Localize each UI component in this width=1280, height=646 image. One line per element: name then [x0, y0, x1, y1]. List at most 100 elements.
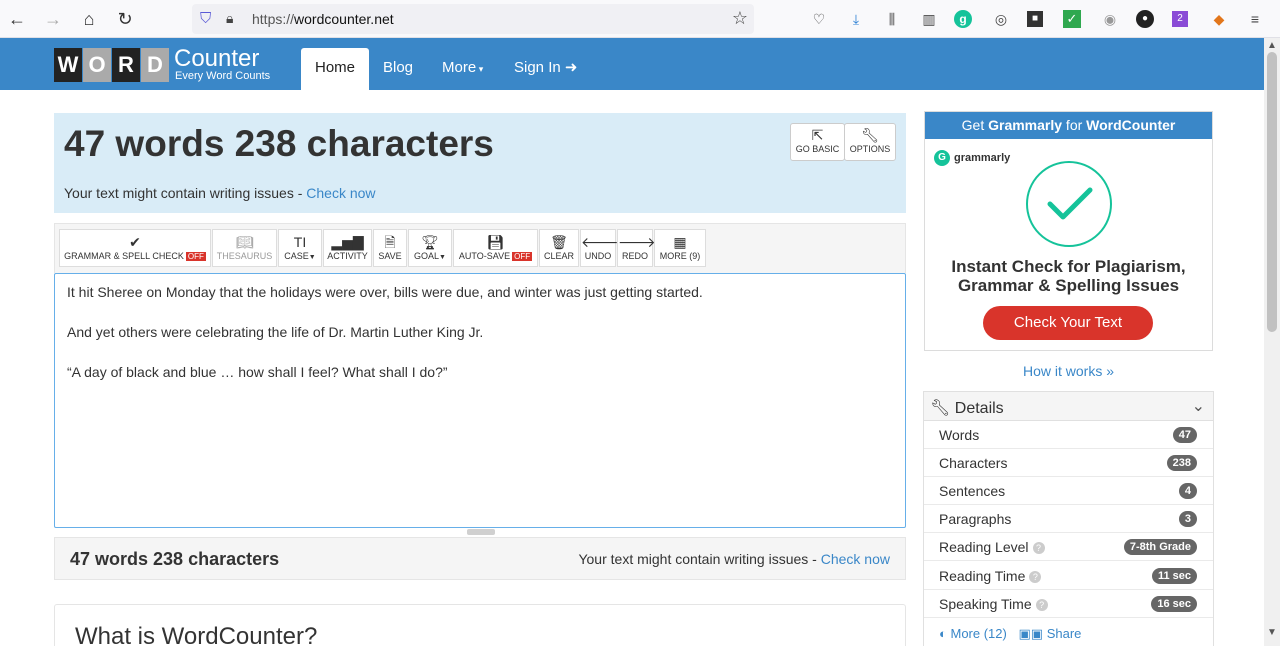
detail-value-badge: 16 sec — [1151, 596, 1197, 612]
chevron-down-icon[interactable]: ⌄ — [1192, 396, 1205, 416]
caret-down-icon: ▼ — [308, 254, 316, 261]
detail-value-badge: 4 — [1178, 483, 1197, 499]
green-checkmark-circle-icon — [1026, 161, 1112, 247]
redo-label: REDO — [621, 251, 648, 261]
detail-value-badge: 11 sec — [1151, 568, 1197, 584]
word-character-count: 47 words 238 characters — [64, 123, 494, 164]
redo-button[interactable]: 🡒 REDO — [617, 229, 656, 267]
floppy-disk-icon: 💾︎ — [486, 234, 505, 250]
scroll-down-icon[interactable]: ▼ — [1267, 627, 1277, 638]
grammarly-extension-icon[interactable]: g — [954, 10, 972, 28]
undo-button[interactable]: 🡐 UNDO — [580, 229, 619, 267]
undo-label: UNDO — [584, 251, 612, 261]
grammar-off-badge: OFF — [185, 252, 206, 261]
details-more-link[interactable]: More (12) — [950, 626, 1006, 641]
record-extension-icon[interactable]: ● — [1136, 10, 1154, 28]
bottom-stats-bar: 47 words 238 characters Your text might … — [54, 537, 906, 580]
caret-down-icon: ▼ — [439, 254, 446, 261]
metamask-fox-icon[interactable]: ◆ — [1208, 8, 1230, 30]
goal-button[interactable]: 🏆︎ GOAL▼ — [408, 229, 452, 267]
editor-resize-handle[interactable] — [467, 529, 495, 535]
nav-home[interactable]: Home — [301, 48, 370, 90]
details-header[interactable]: 🔧︎ Details ⌄ — [924, 392, 1213, 421]
activity-button[interactable]: ▂▅▇ ACTIVITY — [323, 229, 372, 267]
scroll-thumb[interactable] — [1267, 52, 1277, 332]
nav-signin-label: Sign In — [514, 59, 561, 76]
writing-issues-notice: Your text might contain writing issues -… — [64, 185, 376, 201]
detail-label: Characters — [939, 455, 1008, 471]
bar-chart-icon: ▂▅▇ — [331, 234, 364, 250]
nav-blog[interactable]: Blog — [369, 48, 427, 90]
go-basic-label: GO BASIC — [795, 144, 840, 154]
options-button[interactable]: 🔧︎ OPTIONS — [844, 123, 896, 161]
help-question-icon[interactable]: ? — [1035, 599, 1048, 612]
go-basic-button[interactable]: ⇱ GO BASIC — [790, 123, 845, 161]
auto-save-button[interactable]: 💾︎ AUTO-SAVE OFF — [453, 229, 538, 267]
twitter-icon[interactable]: ▣ — [1031, 626, 1043, 641]
text-case-icon: TI — [293, 234, 307, 250]
library-icon[interactable]: ⫼ — [881, 8, 903, 30]
tracking-shield-icon[interactable]: ⛉ — [200, 10, 216, 28]
download-icon[interactable]: ⤓ — [845, 8, 867, 30]
book-icon: 📖︎ — [235, 234, 254, 250]
share-link[interactable]: Share — [1047, 626, 1082, 641]
help-question-icon[interactable]: ? — [1032, 542, 1045, 555]
nav-signin[interactable]: Sign In ➜ — [500, 48, 591, 90]
grammar-spell-check-button[interactable]: ✔ GRAMMAR & SPELL CHECK OFF — [59, 229, 211, 267]
sign-in-icon: ➜ — [564, 59, 578, 76]
text-editor[interactable]: It hit Sheree on Monday that the holiday… — [54, 273, 906, 535]
detail-value-badge: 7-8th Grade — [1123, 539, 1197, 555]
auto-save-label: AUTO-SAVE — [458, 251, 511, 261]
clear-button[interactable]: 🗑︎ CLEAR — [539, 229, 579, 267]
check-now-link[interactable]: Check now — [306, 185, 375, 201]
detail-label: Reading Level? — [939, 539, 1045, 555]
menu-hamburger-icon[interactable]: ≡ — [1244, 8, 1266, 30]
home-icon[interactable]: ⌂ — [77, 7, 101, 31]
wrench-icon: 🔧︎ — [861, 127, 879, 143]
thesaurus-button[interactable]: 📖︎ THESAURUS — [212, 229, 277, 267]
grammarly-ad[interactable]: Get Grammarly for WordCounter Ggrammarly… — [924, 111, 1213, 351]
site-header: W O R D Counter Every Word Counts Home B… — [0, 38, 1264, 90]
url-text[interactable]: https://wordcounter.net — [252, 11, 394, 27]
details-title-text: Details — [954, 400, 1004, 417]
check-your-text-button[interactable]: Check Your Text — [983, 306, 1153, 340]
search-extension-icon[interactable]: ◎ — [990, 8, 1012, 30]
arrow-right-icon: 🡒 — [618, 234, 656, 250]
detail-label: Reading Time? — [939, 568, 1042, 584]
lock-icon[interactable]: 🔒︎ — [226, 10, 242, 28]
nav-more-label: More — [442, 59, 477, 76]
reload-icon[interactable]: ↻ — [113, 7, 137, 31]
bottom-check-now-link[interactable]: Check now — [821, 551, 890, 567]
podcast-extension-icon[interactable]: ◉ — [1099, 8, 1121, 30]
article-heading: What is WordCounter? — [75, 623, 318, 646]
bottom-issues-notice: Your text might contain writing issues -… — [578, 551, 890, 567]
scroll-up-icon[interactable]: ▲ — [1267, 40, 1277, 51]
page-scrollbar[interactable]: ▲ ▼ — [1264, 38, 1280, 646]
forward-arrow-icon[interactable]: → — [41, 7, 65, 31]
detail-row-sentences: Sentences 4 — [924, 477, 1213, 505]
back-arrow-icon[interactable]: ← — [5, 7, 29, 31]
facebook-icon[interactable]: ▣ — [1018, 626, 1030, 641]
logo-letter-d: D — [141, 48, 169, 82]
numbered-extension-icon[interactable]: 2 — [1172, 11, 1188, 27]
more-tools-button[interactable]: ▦ MORE (9) — [654, 229, 706, 267]
detail-value-badge: 3 — [1178, 511, 1197, 527]
case-button[interactable]: TI CASE▼ — [278, 229, 322, 267]
help-question-icon[interactable]: ? — [1029, 571, 1042, 584]
bookmark-star-icon[interactable]: ☆ — [732, 8, 748, 29]
save-button[interactable]: 🗎 SAVE — [373, 229, 407, 267]
nav-more[interactable]: More ▾ — [428, 48, 497, 90]
check-extension-icon[interactable]: ✓ — [1063, 10, 1081, 28]
detail-label: Speaking Time? — [939, 596, 1048, 612]
pocket-icon[interactable]: ♡ — [808, 8, 830, 30]
detail-row-characters: Characters 238 — [924, 449, 1213, 477]
ad-head-wordcounter: WordCounter — [1086, 117, 1176, 133]
bottom-issue-text: Your text might contain writing issues - — [578, 551, 821, 567]
detail-row-reading-level: Reading Level? 7-8th Grade — [924, 533, 1213, 561]
how-it-works-link[interactable]: How it works » — [924, 363, 1213, 379]
sidebar-icon[interactable]: ▥ — [918, 8, 940, 30]
dark-extension-icon[interactable]: ■ — [1027, 11, 1043, 27]
checkmark-icon: ✔ — [129, 234, 141, 250]
url-bar[interactable]: ⛉ 🔒︎ https://wordcounter.net ☆ — [192, 4, 754, 34]
grammar-label: GRAMMAR & SPELL CHECK — [64, 251, 184, 261]
